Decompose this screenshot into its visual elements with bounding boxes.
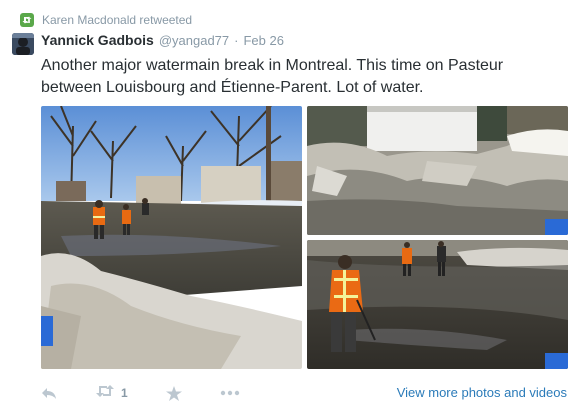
tweet-header: Yannick Gadbois @yangad77 · Feb 26 <box>41 32 284 50</box>
more-icon[interactable] <box>220 390 240 396</box>
retweet-icon <box>20 13 34 27</box>
photo-1[interactable] <box>41 106 302 369</box>
reply-icon[interactable] <box>41 386 61 400</box>
retweet-action[interactable]: 1 <box>95 384 128 403</box>
author-name[interactable]: Yannick Gadbois <box>41 32 154 48</box>
retweet-context: Karen Macdonald retweeted <box>20 12 192 28</box>
retweet-count: 1 <box>121 386 128 400</box>
view-more-link[interactable]: View more photos and videos <box>397 385 567 400</box>
retweet-context-text[interactable]: Karen Macdonald retweeted <box>42 13 192 27</box>
photo-3[interactable] <box>307 240 568 369</box>
retweet-action-icon <box>95 384 115 403</box>
separator-dot: · <box>234 33 239 48</box>
tweet-text: Another major watermain break in Montrea… <box>41 57 504 96</box>
avatar[interactable] <box>12 33 34 55</box>
photo-2[interactable] <box>307 106 568 235</box>
tweet-actions: 1 View more photos and videos <box>41 382 571 404</box>
tweet-date[interactable]: Feb 26 <box>243 33 283 48</box>
star-icon[interactable] <box>165 385 182 401</box>
author-handle[interactable]: @yangad77 <box>159 33 229 48</box>
